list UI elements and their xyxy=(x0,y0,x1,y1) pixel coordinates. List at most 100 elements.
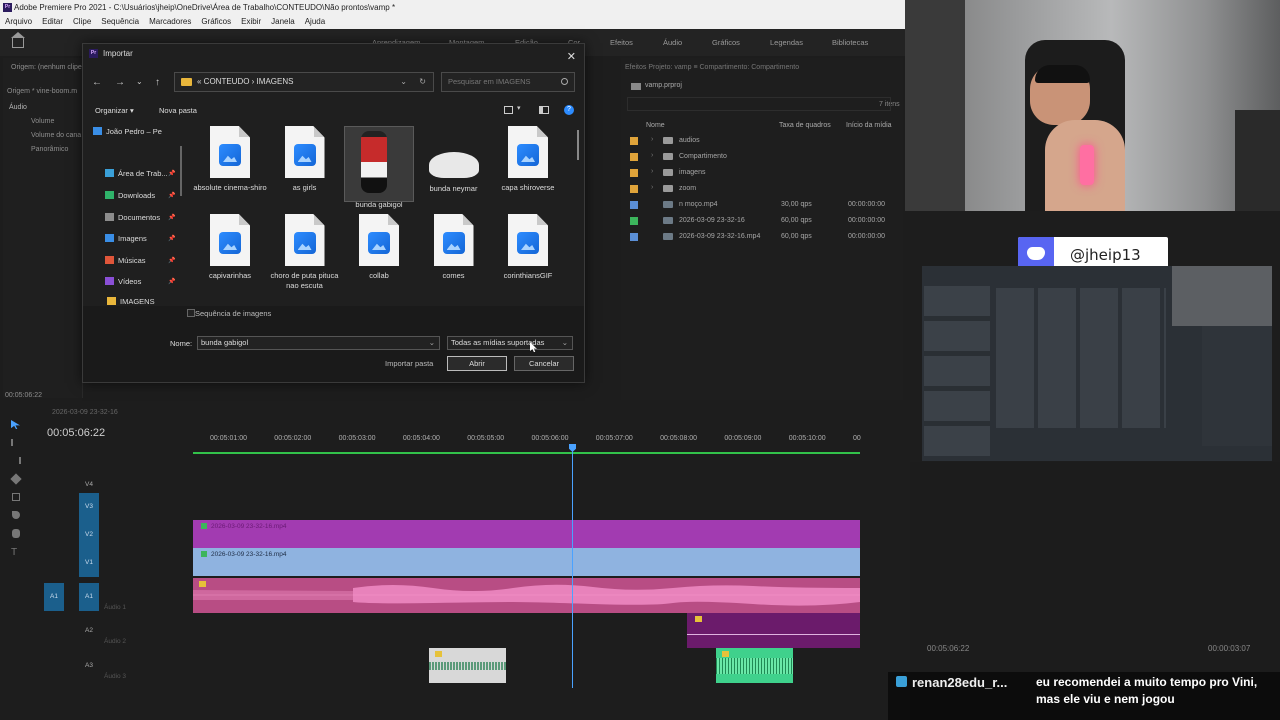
razor-tool-icon[interactable] xyxy=(10,473,22,485)
channel-volume-row[interactable]: Volume do cana xyxy=(31,132,81,139)
playhead-line[interactable] xyxy=(572,446,573,688)
view-dropdown-icon[interactable]: ▾ xyxy=(517,104,521,112)
file-item[interactable]: capivarinhas xyxy=(193,214,267,281)
nav-item[interactable]: Documentos xyxy=(105,213,160,222)
nav-item[interactable]: Vídeos xyxy=(105,277,141,286)
address-bar[interactable]: « CONTEUDO › IMAGENS ⌄ ↻ xyxy=(174,72,434,92)
track-target-v1[interactable]: V1 xyxy=(79,549,99,577)
sidebar-scrollbar[interactable] xyxy=(180,146,182,196)
file-name-input[interactable]: bunda gabigol ⌄ xyxy=(197,336,440,350)
file-item[interactable]: bunda neymar xyxy=(417,126,491,194)
file-grid-scrollbar[interactable] xyxy=(577,130,579,160)
project-item[interactable]: › Compartimento xyxy=(621,149,903,165)
timeline-timecode[interactable]: 00:05:06:22 xyxy=(47,427,105,439)
bin-search-input[interactable] xyxy=(627,97,891,111)
track-select-tool-icon[interactable] xyxy=(11,439,21,446)
project-item[interactable]: 2026-03-09 23-32-16 60,00 qps 00:00:00:00 xyxy=(621,213,903,229)
file-item[interactable]: collab xyxy=(342,214,416,281)
workspace-graficos[interactable]: Gráficos xyxy=(712,38,740,47)
search-input[interactable]: Pesquisar em IMAGENS xyxy=(441,72,575,92)
nav-item[interactable]: Imagens xyxy=(105,234,147,243)
expand-chevron-icon[interactable]: › xyxy=(651,152,653,159)
menu-janela[interactable]: Janela xyxy=(271,15,295,29)
nav-item[interactable]: Downloads xyxy=(105,191,155,200)
expand-chevron-icon[interactable]: › xyxy=(651,136,653,143)
refresh-icon[interactable]: ↻ xyxy=(419,73,426,91)
volume-row[interactable]: Volume xyxy=(31,118,54,125)
organize-button[interactable]: Organizar ▾ xyxy=(95,106,134,115)
source-patch-a1[interactable]: A1 xyxy=(44,583,64,611)
address-dropdown-icon[interactable]: ⌄ xyxy=(400,73,407,91)
track-target-v2[interactable]: V2 xyxy=(79,521,99,549)
file-item[interactable]: bunda gabigol xyxy=(342,126,416,210)
workspace-legendas[interactable]: Legendas xyxy=(770,38,803,47)
selection-tool-icon[interactable] xyxy=(11,420,20,429)
timeline-tab[interactable]: 2026-03-09 23-32-16 xyxy=(52,409,118,416)
file-name-dropdown-icon[interactable]: ⌄ xyxy=(429,337,435,349)
file-item[interactable]: comes xyxy=(417,214,491,281)
type-tool-icon[interactable]: T xyxy=(11,547,17,558)
column-frame-rate[interactable]: Taxa de quadros xyxy=(779,122,831,129)
preview-pane-icon[interactable] xyxy=(539,106,549,114)
track-label-a3[interactable]: A3 xyxy=(85,662,93,669)
menu-exibir[interactable]: Exibir xyxy=(241,15,261,29)
menu-graficos[interactable]: Gráficos xyxy=(201,15,231,29)
nav-item[interactable]: IMAGENS xyxy=(107,297,155,306)
new-folder-button[interactable]: Nova pasta xyxy=(159,106,197,115)
up-arrow-icon[interactable]: ↑ xyxy=(155,77,160,88)
menu-marcadores[interactable]: Marcadores xyxy=(149,15,191,29)
source-tab[interactable]: Origem: (nenhum clipe) xyxy=(11,64,84,71)
clip-v2[interactable]: 2026-03-09 23-32-16.mp4 xyxy=(193,520,860,548)
file-item[interactable]: as girls xyxy=(268,126,342,193)
import-folder-button[interactable]: Importar pasta xyxy=(385,359,433,368)
column-name[interactable]: Nome xyxy=(646,122,665,129)
project-panel-tabs[interactable]: Efeitos Projeto: vamp ≡ Compartimento: C… xyxy=(625,64,799,71)
home-icon[interactable] xyxy=(11,32,25,48)
project-item[interactable]: › audios xyxy=(621,133,903,149)
slip-tool-icon[interactable] xyxy=(12,493,20,501)
track-label-v4[interactable]: V4 xyxy=(85,481,93,488)
expand-chevron-icon[interactable]: › xyxy=(651,184,653,191)
project-item[interactable]: n moço.mp4 30,00 qps 00:00:00:00 xyxy=(621,197,903,213)
workspace-efeitos[interactable]: Efeitos xyxy=(610,38,633,47)
column-media-start[interactable]: Início da mídia xyxy=(846,122,892,129)
forward-arrow-icon[interactable]: → xyxy=(115,77,125,88)
project-item[interactable]: 2026-03-09 23-32-16.mp4 60,00 qps 00:00:00… xyxy=(621,229,903,245)
menu-clipe[interactable]: Clipe xyxy=(73,15,91,29)
work-area-bar[interactable] xyxy=(193,452,860,454)
image-sequence-checkbox[interactable] xyxy=(187,309,195,317)
ripple-edit-tool-icon[interactable] xyxy=(11,457,21,464)
nav-item[interactable]: Área de Trab... xyxy=(105,169,168,178)
file-item[interactable]: choro de puta pitucа nao escuta xyxy=(268,214,342,291)
project-item[interactable]: › imagens xyxy=(621,165,903,181)
track-target-a1[interactable]: A1 xyxy=(79,583,99,611)
project-item[interactable]: › zoom xyxy=(621,181,903,197)
file-item[interactable]: capa shiroverse xyxy=(491,126,565,193)
nav-item[interactable]: João Pedro – Pe xyxy=(93,127,162,136)
expand-chevron-icon[interactable]: › xyxy=(651,168,653,175)
clip-v1[interactable]: 2026-03-09 23-32-16.mp4 xyxy=(193,548,860,576)
file-item[interactable]: corinthiansGIF xyxy=(491,214,565,281)
clip-a3-1[interactable] xyxy=(429,648,506,683)
track-label-a2[interactable]: A2 xyxy=(85,627,93,634)
menu-sequencia[interactable]: Sequência xyxy=(101,15,139,29)
file-type-select[interactable]: Todas as mídias suportadas ⌄ xyxy=(447,336,573,350)
menu-arquivo[interactable]: Arquivo xyxy=(5,15,32,29)
clip-a3-2[interactable] xyxy=(716,648,793,683)
workspace-audio[interactable]: Áudio xyxy=(663,38,682,47)
menu-ajuda[interactable]: Ajuda xyxy=(305,15,325,29)
pen-tool-icon[interactable] xyxy=(12,511,20,519)
help-icon[interactable]: ? xyxy=(564,105,574,115)
clip-a2[interactable] xyxy=(687,613,860,648)
file-item[interactable]: absolute cinema-shiro xyxy=(193,126,267,193)
track-target-v3[interactable]: V3 xyxy=(79,493,99,521)
clip-a1[interactable] xyxy=(193,578,860,613)
nav-item[interactable]: Músicas xyxy=(105,256,146,265)
cancel-button[interactable]: Cancelar xyxy=(514,356,574,371)
view-options-icon[interactable] xyxy=(504,106,513,114)
open-button[interactable]: Abrir xyxy=(447,356,507,371)
workspace-bibliotecas[interactable]: Bibliotecas xyxy=(832,38,868,47)
menu-editar[interactable]: Editar xyxy=(42,15,63,29)
file-type-dropdown-icon[interactable]: ⌄ xyxy=(562,337,568,349)
back-arrow-icon[interactable]: ← xyxy=(92,77,102,88)
